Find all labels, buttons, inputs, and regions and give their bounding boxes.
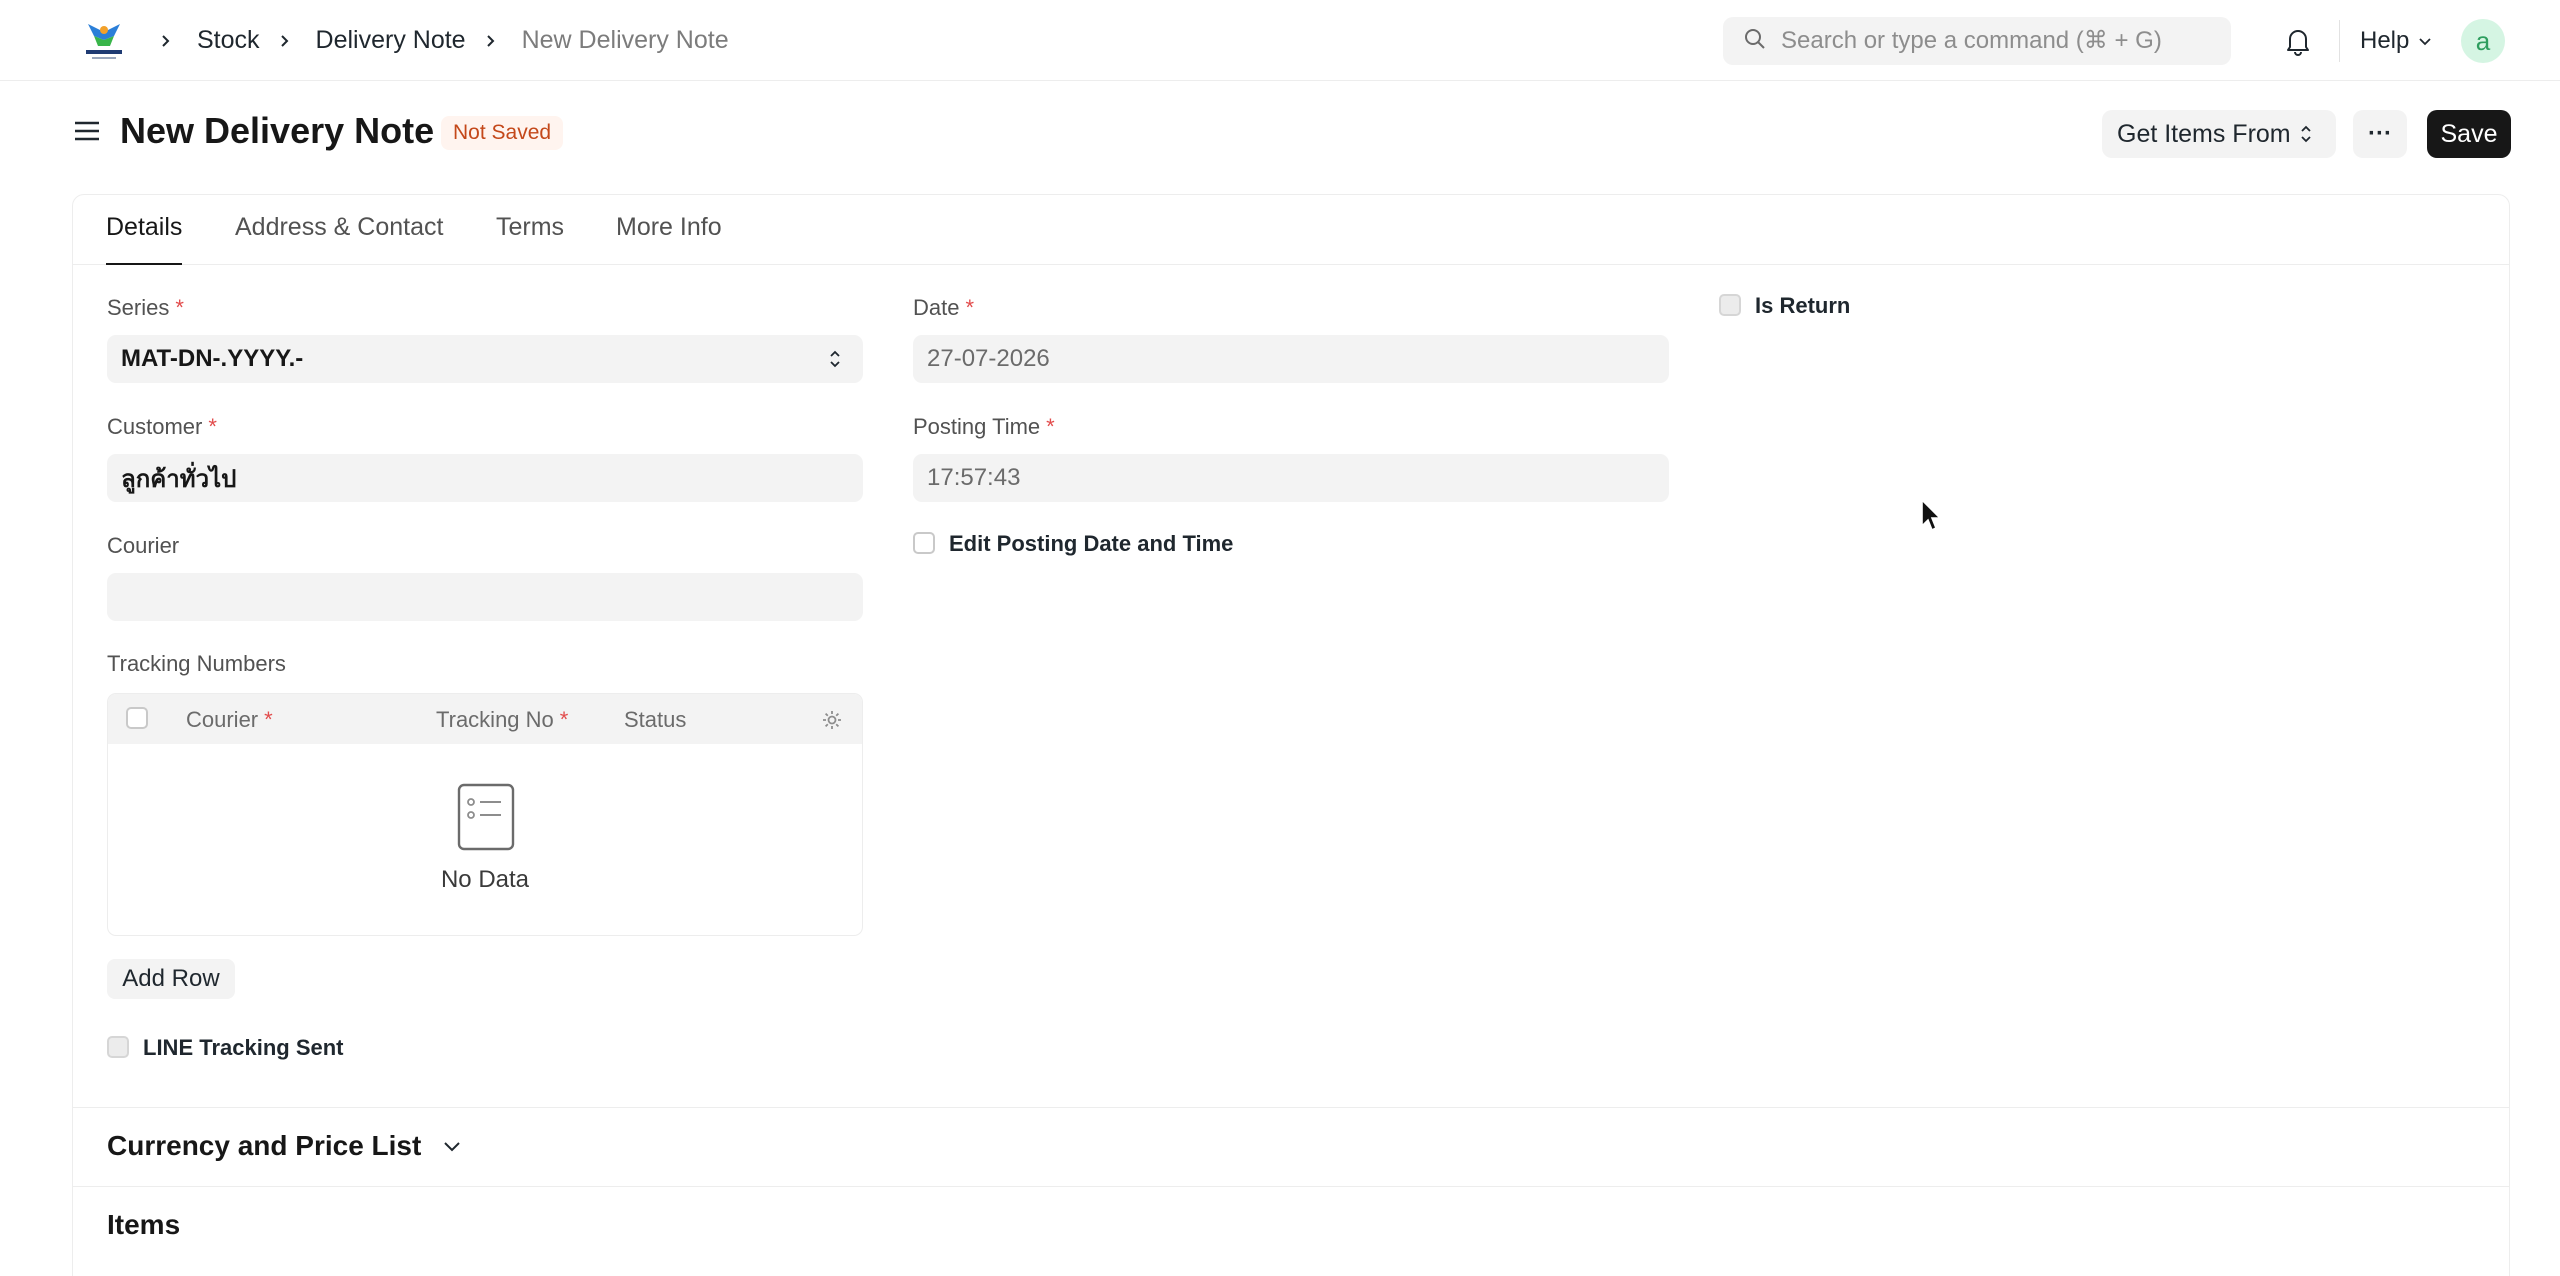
is-return-label: Is Return (1755, 293, 1851, 318)
posting-time-value: 17:57:43 (927, 464, 1021, 491)
breadcrumb: Stock Delivery Note New Delivery Note (155, 0, 743, 81)
page-title: New Delivery Note (120, 110, 435, 151)
posting-time-label: Posting Time * (913, 414, 1055, 439)
items-section-title: Items (107, 1209, 181, 1240)
section-divider (73, 1107, 2509, 1108)
get-items-from-label: Get Items From (2117, 119, 2291, 148)
breadcrumb-stock[interactable]: Stock (197, 26, 260, 55)
save-button[interactable]: Save (2427, 110, 2511, 158)
series-select[interactable]: MAT-DN-.YYYY.- (107, 335, 863, 383)
section-divider (73, 1186, 2509, 1187)
table-header: Courier * Tracking No * Status (108, 694, 862, 744)
chevron-down-icon (444, 1142, 461, 1152)
required-marker: * (1046, 414, 1055, 439)
tab-terms[interactable]: Terms (496, 213, 564, 265)
get-items-from-button[interactable]: Get Items From (2102, 110, 2336, 158)
customer-field[interactable]: ลูกค้าทั่วไป (107, 454, 863, 502)
customer-value: ลูกค้าทั่วไป (121, 465, 237, 493)
help-dropdown[interactable]: Help (2360, 24, 2433, 58)
series-value: MAT-DN-.YYYY.- (121, 345, 304, 372)
column-status: Status (624, 707, 687, 732)
tab-address-contact[interactable]: Address & Contact (235, 213, 443, 265)
chevron-right-icon (482, 28, 508, 54)
search-bar[interactable] (1723, 17, 2231, 65)
is-return-checkbox[interactable] (1719, 294, 1741, 316)
date-label: Date * (913, 295, 975, 320)
status-badge: Not Saved (441, 116, 564, 150)
search-icon (1743, 27, 1767, 56)
form-tabs: Details Address & Contact Terms More Inf… (73, 195, 2509, 265)
tab-more-info[interactable]: More Info (616, 213, 722, 265)
select-arrows-icon (830, 350, 840, 368)
column-courier: Courier * (186, 707, 273, 732)
customer-label: Customer * (107, 414, 217, 439)
courier-field[interactable] (107, 573, 863, 621)
select-arrows-icon (2301, 125, 2311, 143)
posting-time-field[interactable]: 17:57:43 (913, 454, 1669, 502)
breadcrumb-current: New Delivery Note (521, 26, 729, 54)
chevron-right-icon (276, 28, 302, 54)
tracking-numbers-table: Courier * Tracking No * Status No Data (107, 693, 863, 936)
notification-bell-icon[interactable] (2281, 24, 2315, 58)
breadcrumb-delivery-note[interactable]: Delivery Note (316, 26, 466, 55)
line-tracking-sent-checkbox[interactable] (107, 1036, 129, 1058)
no-data-text: No Data (440, 866, 530, 893)
navbar-divider (2339, 20, 2340, 62)
tab-details[interactable]: Details (106, 213, 183, 265)
app-logo[interactable] (80, 18, 128, 64)
required-marker: * (175, 295, 184, 320)
series-label: Series * (107, 295, 184, 320)
currency-price-list-section-header[interactable]: Currency and Price List (107, 1130, 463, 1162)
currency-price-list-title: Currency and Price List (107, 1130, 422, 1161)
edit-posting-date-label: Edit Posting Date and Time (949, 531, 1234, 556)
date-value: 27-07-2026 (927, 345, 1050, 372)
add-row-button[interactable]: Add Row (107, 959, 235, 999)
edit-posting-date-checkbox[interactable] (913, 532, 935, 554)
date-field[interactable]: 27-07-2026 (913, 335, 1669, 383)
tracking-numbers-label: Tracking Numbers (107, 651, 286, 676)
select-all-checkbox[interactable] (126, 707, 148, 729)
avatar[interactable]: a (2461, 19, 2505, 63)
column-tracking-no: Tracking No * (436, 707, 569, 732)
empty-list-icon (456, 782, 516, 852)
more-actions-button[interactable]: ··· (2353, 110, 2407, 158)
search-input[interactable] (1781, 27, 2221, 55)
chevron-down-icon (2419, 38, 2431, 46)
sidebar-toggle-icon[interactable] (72, 116, 102, 146)
line-tracking-sent-label: LINE Tracking Sent (143, 1035, 344, 1060)
top-navbar: Stock Delivery Note New Delivery Note He… (0, 0, 2560, 81)
required-marker: * (208, 414, 217, 439)
help-label: Help (2360, 27, 2410, 54)
required-marker: * (965, 295, 975, 320)
chevron-right-icon (157, 28, 183, 54)
mouse-pointer-icon (1920, 498, 1944, 534)
courier-label: Courier (107, 533, 180, 558)
form-card: Details Address & Contact Terms More Inf… (72, 194, 2510, 1276)
gear-icon[interactable] (820, 708, 844, 737)
